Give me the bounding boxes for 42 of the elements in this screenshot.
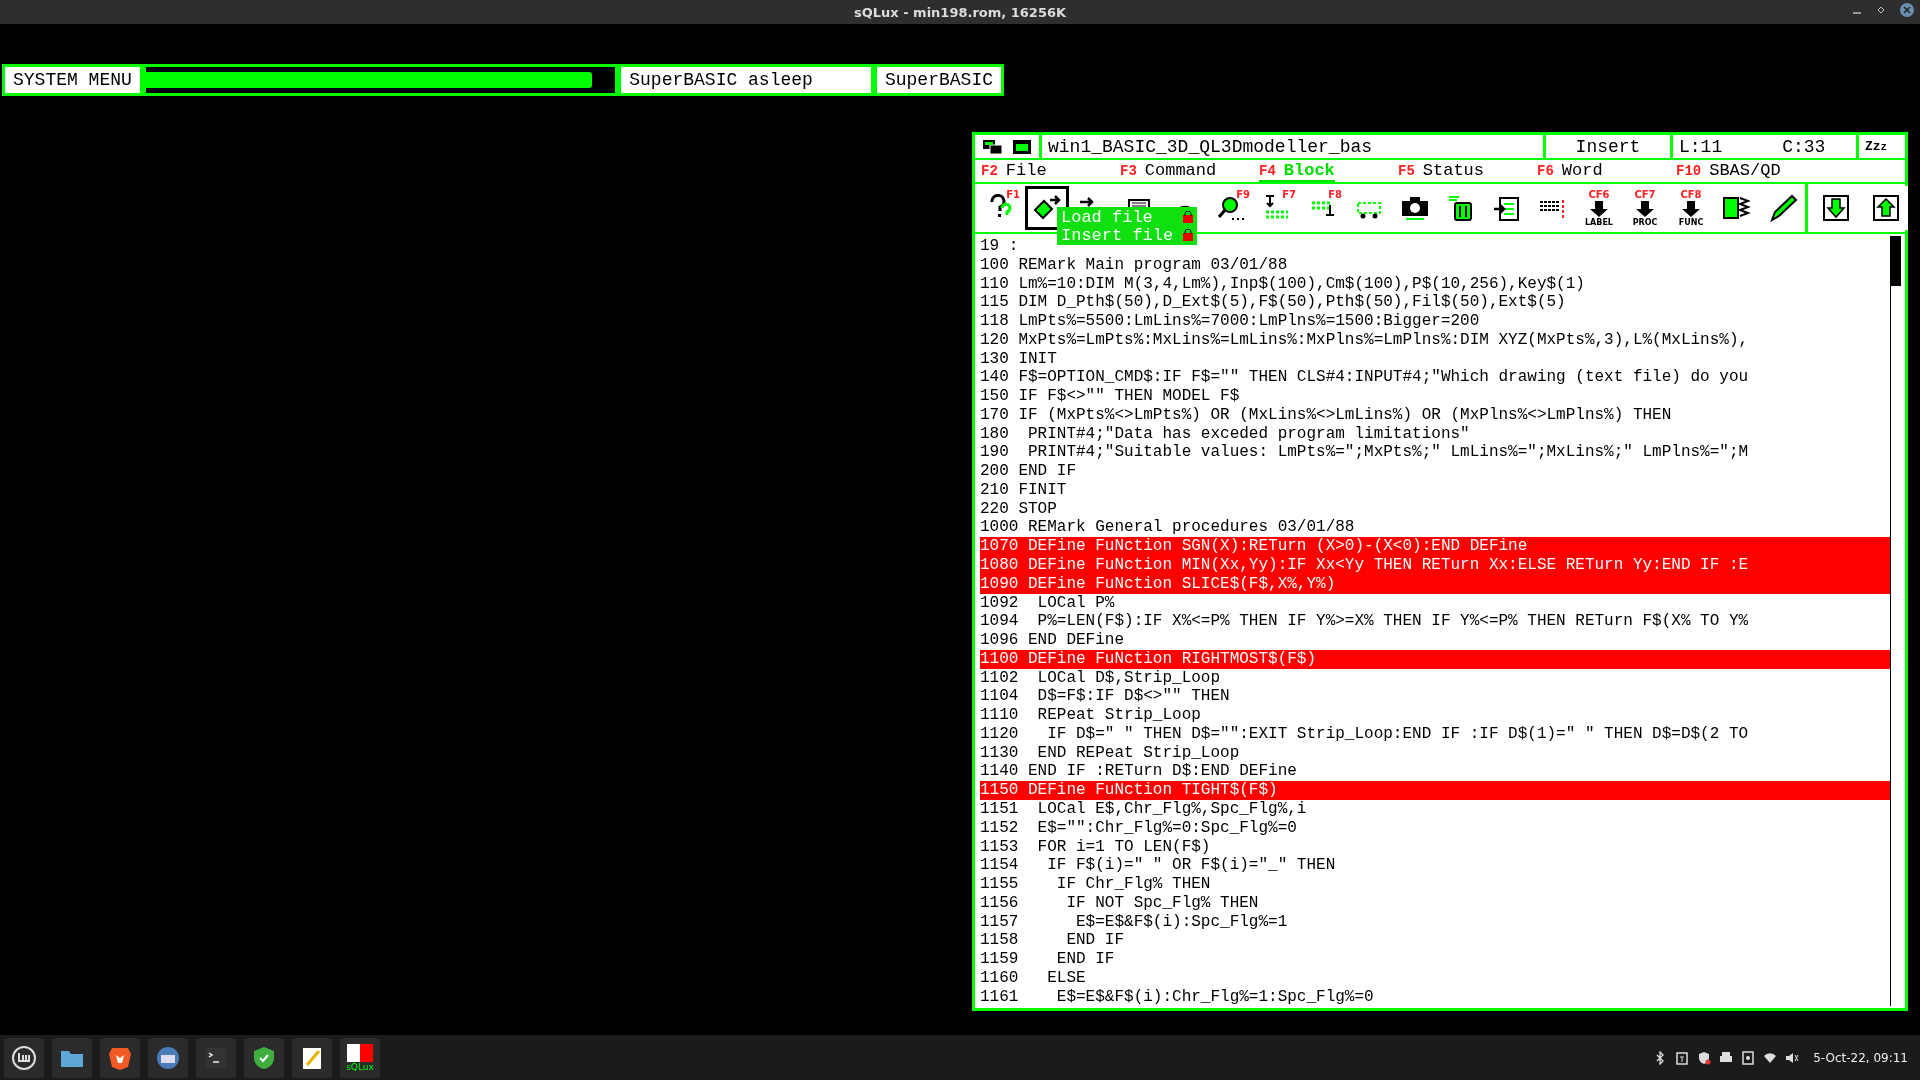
code-line: 1157 E$=E$&F$(i):Spc_Flg%=1 [980,912,1288,932]
code-line: 1120 IF D$=" " THEN D$="":EXIT Strip_Loop:END IF :IF D$(1)=" " THEN D$=D$(2 TO [980,724,1749,744]
code-line: 140 F$=OPTION_CMD$:IF F$="" THEN CLS#4:INPUT#4;"Which drawing (text file) do you [980,368,1749,388]
code-line: 1140 END IF :RETurn D$:END DEFine [980,762,1297,782]
code-line: 1158 END IF [980,931,1125,951]
code-line: 1110 REPeat Strip_Loop [980,706,1201,725]
code-line: 180 PRINT#4;"Data has exceded program limitations" [980,424,1470,444]
code-line: 110 Lm%=10:DIM M(3,4,Lm%),Inp$(100),Cm$(100),P$(10,256),Key$(1) [980,274,1585,294]
code-line: 1000 REMark General procedures 03/01/88 [980,518,1355,538]
code-line: 1153 FOR i=1 TO LEN(F$) [980,837,1211,857]
edit-mode: Insert [1546,135,1670,158]
code-line: 190 PRINT#4;"Suitable values: LmPts%=";MxPts%;" LmLins%=";MxLins%;" LmPlns%=";M [980,443,1749,463]
code-line: 1096 END DEFine [980,631,1125,650]
code-line: 1104 D$=F$:IF D$<>"" THEN [980,687,1230,707]
code-line: 19 : [980,237,1019,256]
code-line: 1160 ELSE [980,968,1086,988]
code-line: 1094 P%=LEN(F$):IF X%<=P% THEN IF Y%>=X% THEN IF Y%<=P% THEN RETurn F$(X% TO Y% [980,612,1749,632]
code-line: 1152 E$="":Chr_Flg%=0:Spc_Flg%=0 [980,818,1297,838]
code-line: 170 IF (MxPts%<>LmPts%) OR (MxLins%<>LmLins%) OR (MxPlns%<>LmPlns%) THEN [980,405,1672,425]
code-line: 100 REMark Main program 03/01/88 [980,255,1288,275]
file-name: win1_BASIC_3D_QL3Dmodeller_bas [1042,135,1543,158]
code-line: 120 MxPts%=LmPts%:MxLins%=LmLins%:MxPlns%=LmPlns%:DIM XYZ(MxPts%,3),L%(MxLins%), [980,330,1749,350]
column-number: C:33 [1782,136,1826,157]
code-line: 1151 LOCal E$,Chr_Flg%,Spc_Flg%,i [980,799,1307,819]
status-text: SuperBASIC asleep [621,67,871,93]
code-line: 118 LmPts%=5500:LmLins%=7000:LmPlns%=1500:Bigger=200 [980,312,1480,331]
code-line: 1159 END IF [980,950,1115,969]
code-line: 1154 IF F$(i)=" " OR F$(i)="_" THEN [980,856,1336,876]
window-title: sQLux - min198.rom, 16256K [853,4,1067,20]
code-line: 1102 LOCal D$,Strip_Loop [980,668,1221,688]
code-line: 200 END IF [980,462,1076,481]
code-line: 210 FINIT [980,480,1067,500]
code-line: 1155 IF Chr_Flg% THEN [980,875,1211,894]
code-line: 1130 END REPeat Strip_Loop [980,743,1240,763]
code-line: 220 STOP [980,499,1057,519]
line-number: L:11 [1679,136,1723,157]
code-line: 150 IF F$<>"" THEN MODEL F$ [980,387,1240,406]
code-line: 1161 E$=E$&F$(i):Chr_Flg%=1:Spc_Flg%=0 [980,987,1374,1007]
code-line: 1156 IF NOT Spc_Flg% THEN [980,893,1259,913]
code-line: 115 DIM D_Pth$(50),D_Ext$(5),F$(50),Pth$(50),Fil$(50),Ext$(5) [980,293,1566,313]
code-line: 130 INIT [980,349,1057,369]
code-line: 1092 LOCal P% [980,593,1115,613]
